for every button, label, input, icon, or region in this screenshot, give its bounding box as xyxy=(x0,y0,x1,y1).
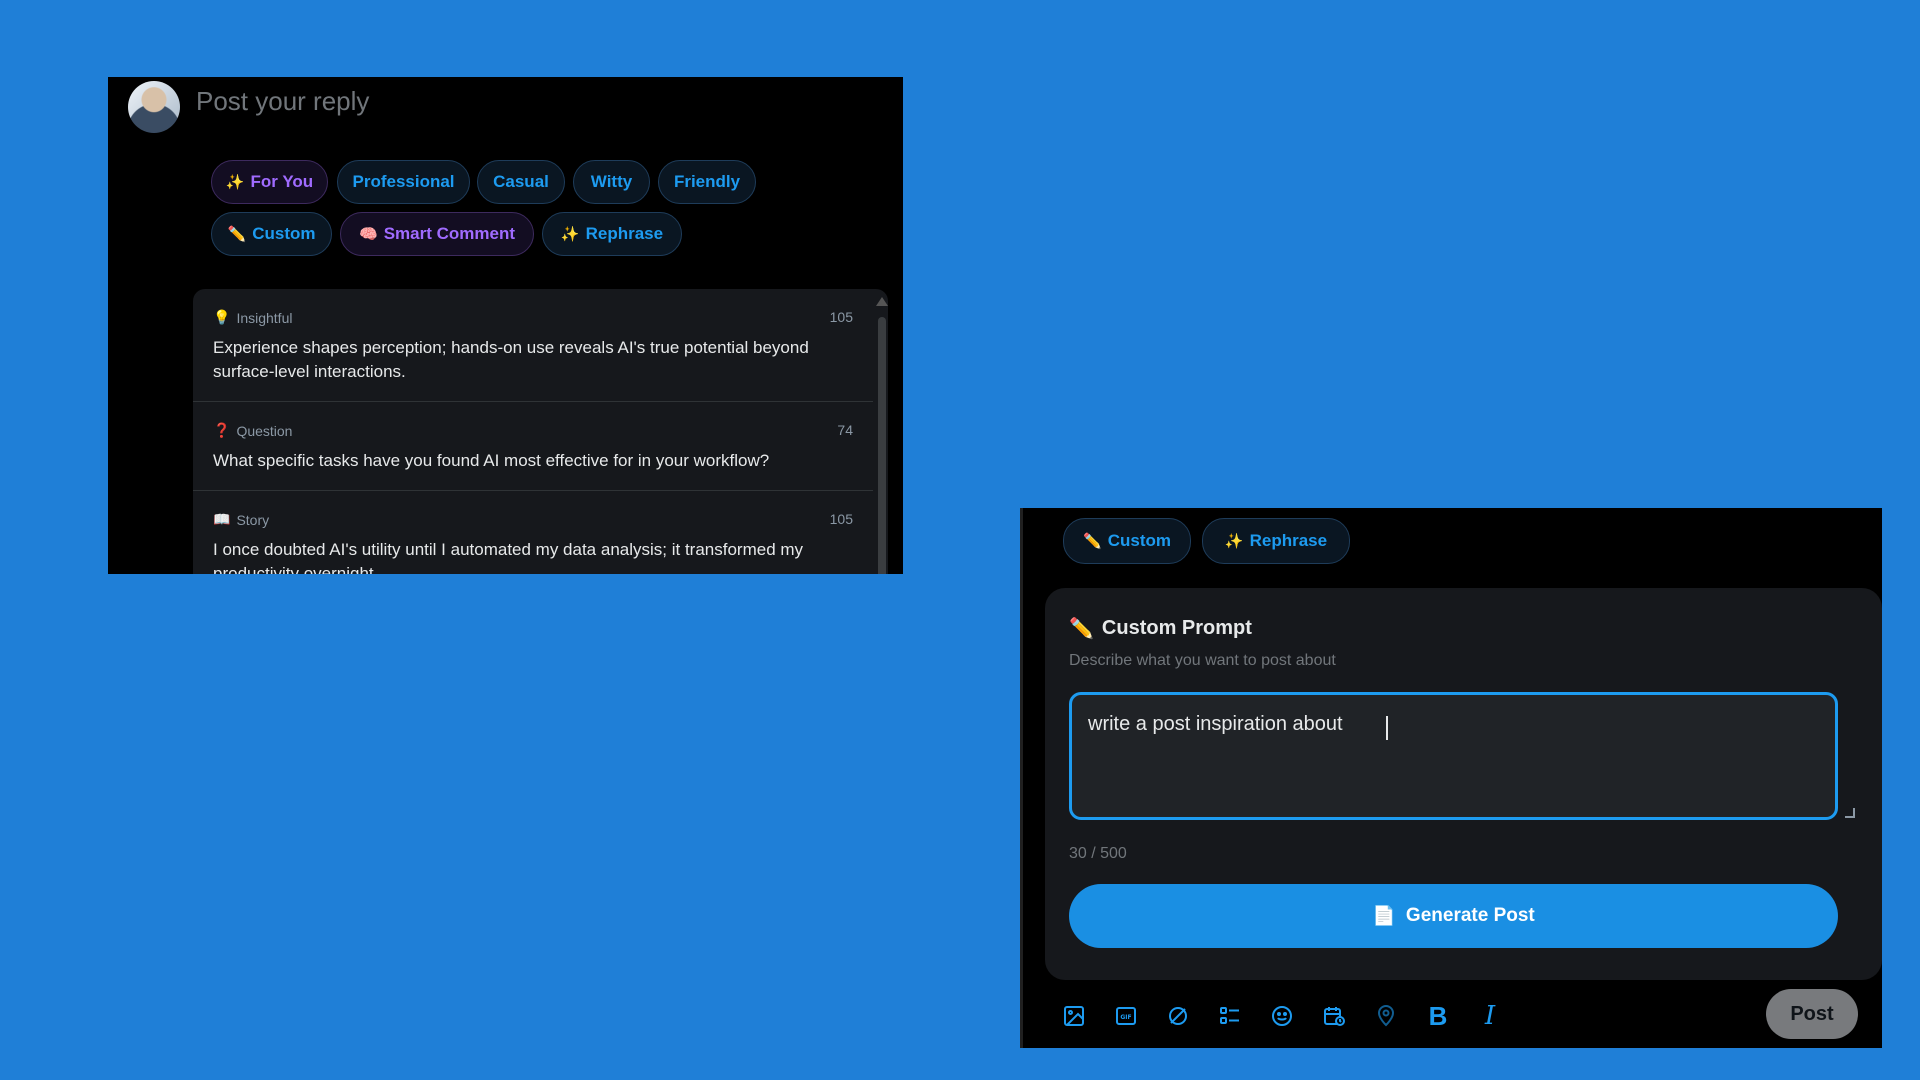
chip-custom[interactable]: ✏️ Custom xyxy=(211,212,332,256)
italic-icon[interactable]: I xyxy=(1464,996,1516,1036)
compose-toolbar: GIF B I xyxy=(1048,996,1516,1036)
char-count: 105 xyxy=(829,309,853,325)
suggestion-item[interactable]: ❓ Question 74 What specific tasks have y… xyxy=(193,422,873,473)
char-counter: 30 / 500 xyxy=(1069,845,1127,862)
reply-panel: Post your reply ✨ For You Professional C… xyxy=(108,77,903,574)
panel-edge xyxy=(1020,508,1023,1048)
chip-witty[interactable]: Witty xyxy=(573,160,650,204)
pencil-icon: ✏️ xyxy=(1083,533,1102,550)
document-icon: 📄 xyxy=(1372,906,1396,927)
suggestion-type-label: Story xyxy=(236,511,270,528)
chip-label: For You xyxy=(250,172,314,191)
sparkles-icon: ✨ xyxy=(560,226,580,243)
chip-label: Professional xyxy=(352,172,455,191)
sparkles-icon: ✨ xyxy=(225,174,245,191)
emoji-icon[interactable] xyxy=(1256,996,1308,1036)
char-count: 74 xyxy=(837,422,853,438)
location-icon[interactable] xyxy=(1360,996,1412,1036)
generate-label: Generate Post xyxy=(1405,905,1535,926)
scroll-up-arrow-icon[interactable] xyxy=(876,297,888,306)
prompt-title: ✏️ Custom Prompt xyxy=(1069,616,1252,641)
book-icon: 📖 xyxy=(213,511,231,527)
suggestion-text: Experience shapes perception; hands-on u… xyxy=(213,338,809,381)
chip-label: Friendly xyxy=(673,172,741,191)
chip-label: Custom xyxy=(252,224,316,243)
sparkles-icon: ✨ xyxy=(1224,533,1244,550)
post-button[interactable]: Post xyxy=(1766,989,1858,1039)
brain-icon: 🧠 xyxy=(359,226,378,243)
resize-grip-icon[interactable] xyxy=(1845,808,1855,818)
prompt-title-text: Custom Prompt xyxy=(1101,617,1252,639)
scrollbar[interactable] xyxy=(875,289,889,574)
avatar[interactable] xyxy=(128,81,180,133)
divider xyxy=(193,401,873,402)
suggestion-item[interactable]: 💡 Insightful 105 Experience shapes perce… xyxy=(193,309,873,384)
reply-placeholder[interactable]: Post your reply xyxy=(196,86,369,117)
poll-icon[interactable] xyxy=(1204,996,1256,1036)
suggestion-list: 💡 Insightful 105 Experience shapes perce… xyxy=(193,289,888,574)
pencil-icon: ✏️ xyxy=(227,226,247,243)
pencil-icon: ✏️ xyxy=(1069,618,1094,640)
char-count: 105 xyxy=(829,511,853,527)
text-caret xyxy=(1386,716,1388,740)
chip-for-you[interactable]: ✨ For You xyxy=(211,160,328,204)
suggestion-type-label: Question xyxy=(236,422,293,439)
chip-rephrase[interactable]: ✨ Rephrase xyxy=(1202,518,1350,564)
suggestion-text: What specific tasks have you found AI mo… xyxy=(213,451,770,470)
bold-icon[interactable]: B xyxy=(1412,996,1464,1036)
suggestion-text: I once doubted AI's utility until I auto… xyxy=(213,540,804,574)
chip-label: Rephrase xyxy=(1249,531,1328,550)
suggestion-type-label: Insightful xyxy=(236,309,293,326)
image-icon[interactable] xyxy=(1048,996,1100,1036)
svg-text:GIF: GIF xyxy=(1120,1014,1131,1021)
suggestion-type: 📖 Story xyxy=(213,511,269,528)
prompt-input[interactable]: write a post inspiration about xyxy=(1069,692,1838,820)
question-icon: ❓ xyxy=(213,422,231,438)
chip-custom[interactable]: ✏️ Custom xyxy=(1063,518,1191,564)
prompt-subtitle: Describe what you want to post about xyxy=(1069,652,1336,669)
gif-icon[interactable]: GIF xyxy=(1100,996,1152,1036)
suggestion-type: 💡 Insightful xyxy=(213,309,292,326)
scroll-thumb[interactable] xyxy=(878,317,886,574)
chip-label: Smart Comment xyxy=(383,224,515,243)
divider xyxy=(193,490,873,491)
chip-rephrase[interactable]: ✨ Rephrase xyxy=(542,212,682,256)
chip-casual[interactable]: Casual xyxy=(477,160,565,204)
suggestion-type: ❓ Question xyxy=(213,422,292,439)
chip-label: Rephrase xyxy=(585,224,664,243)
grok-icon[interactable] xyxy=(1152,996,1204,1036)
chip-friendly[interactable]: Friendly xyxy=(658,160,756,204)
generate-post-button[interactable]: 📄 Generate Post xyxy=(1069,884,1838,948)
suggestion-item[interactable]: 📖 Story 105 I once doubted AI's utility … xyxy=(193,511,873,574)
schedule-icon[interactable] xyxy=(1308,996,1360,1036)
chip-label: Witty xyxy=(590,172,633,191)
custom-prompt-card: ✏️ Custom Prompt Describe what you want … xyxy=(1045,588,1882,980)
chip-label: Custom xyxy=(1107,531,1171,550)
chip-smart-comment[interactable]: 🧠 Smart Comment xyxy=(340,212,534,256)
chip-professional[interactable]: Professional xyxy=(337,160,470,204)
chip-label: Casual xyxy=(493,172,549,191)
lightbulb-icon: 💡 xyxy=(213,309,231,325)
compose-panel: ✏️ Custom ✨ Rephrase ✏️ Custom Prompt De… xyxy=(1020,508,1882,1048)
